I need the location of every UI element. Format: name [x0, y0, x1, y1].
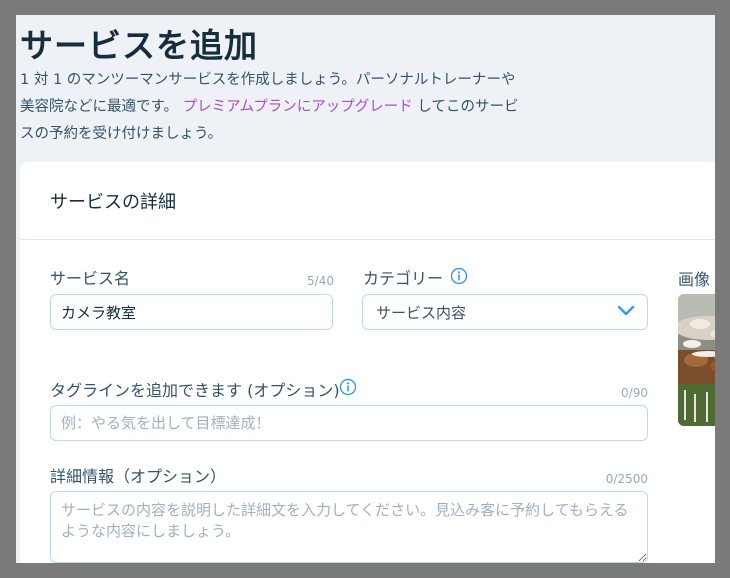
details-textarea[interactable]: [50, 491, 648, 563]
card-divider: [20, 239, 715, 240]
service-name-counter: 5/40: [307, 274, 334, 288]
category-info-icon[interactable]: [450, 267, 468, 285]
details-counter: 0/2500: [605, 472, 648, 486]
app-window: サービスを追加 1 対 1 のマンツーマンサービスを作成しましょう。パーソナルト…: [16, 15, 715, 563]
page-title: サービスを追加: [20, 26, 258, 65]
card-title: サービスの詳細: [50, 192, 176, 213]
intro-text: 1 対 1 のマンツーマンサービスを作成しましょう。パーソナルトレーナーや 美容…: [20, 67, 580, 148]
category-selected-value: サービス内容: [376, 304, 467, 322]
tagline-input[interactable]: [50, 405, 648, 441]
intro-line-2-post: してこのサービ: [417, 99, 519, 115]
service-name-input[interactable]: [50, 294, 333, 330]
service-name-label: サービス名: [50, 269, 131, 288]
intro-line-1: 1 対 1 のマンツーマンサービスを作成しましょう。パーソナルトレーナーや: [20, 72, 516, 88]
category-label: カテゴリー: [363, 269, 444, 288]
image-label: 画像: [678, 270, 711, 289]
service-details-card: サービスの詳細 サービス名 5/40 カテゴリー サービス内容 画像: [20, 162, 715, 563]
upgrade-premium-link[interactable]: プレミアムプランにアップグレード: [183, 99, 413, 115]
category-select[interactable]: サービス内容: [362, 294, 648, 330]
service-image-thumbnail[interactable]: [678, 294, 715, 426]
details-label: 詳細情報（オプション）: [50, 467, 227, 486]
tagline-label: タグラインを追加できます (オプション): [50, 381, 340, 400]
intro-line-3: スの予約を受け付けましょう。: [20, 126, 223, 142]
chevron-down-icon: [617, 305, 635, 316]
intro-line-2-pre: 美容院などに最適です。: [20, 99, 179, 115]
tagline-info-icon[interactable]: [339, 378, 357, 396]
tagline-counter: 0/90: [621, 386, 648, 400]
